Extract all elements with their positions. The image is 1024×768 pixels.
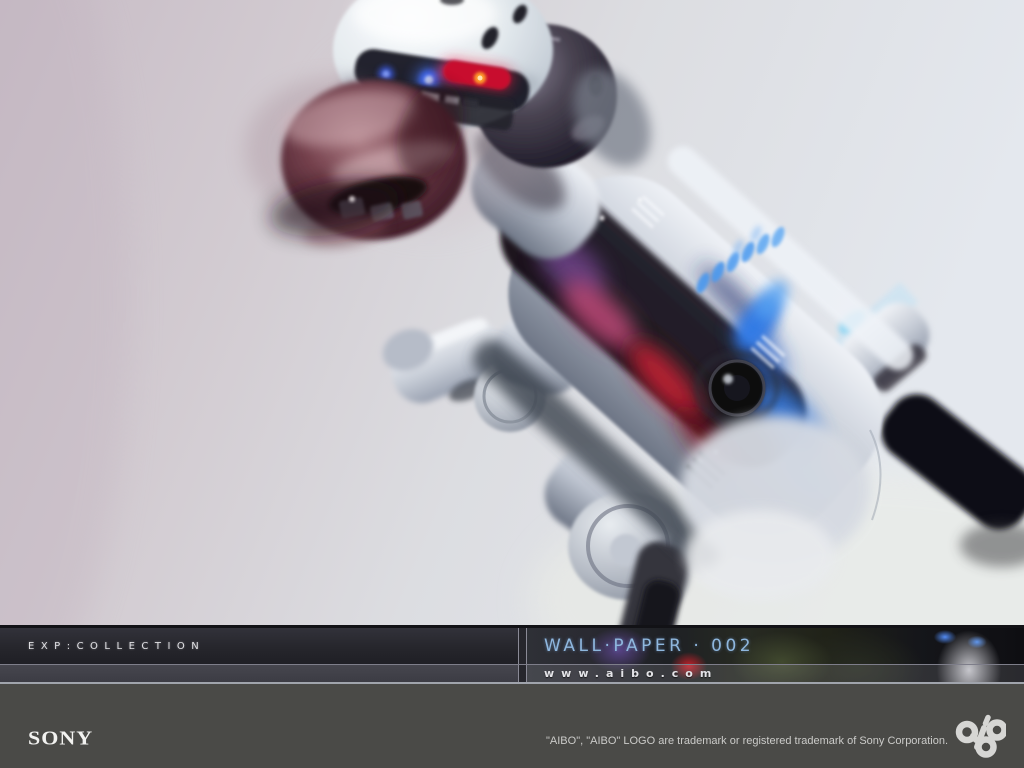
bar-bottom-line <box>0 682 1024 684</box>
row-separator <box>0 664 1024 665</box>
collection-cell: EXP:COLLECTION <box>0 628 518 684</box>
bottom-bar: SONY "AIBO", "AIBO" LOGO are trademark o… <box>0 684 1024 768</box>
collection-label: EXP:COLLECTION <box>28 641 205 652</box>
wallpaper-title: WALL·PAPER · 002 <box>544 628 754 664</box>
site-url: www.aibo.com <box>544 665 718 682</box>
trademark-notice: "AIBO", "AIBO" LOGO are trademark or reg… <box>546 735 948 747</box>
info-bar: EXP:COLLECTION WALL·PAPER · 002 www.aibo… <box>0 625 1024 684</box>
collection-row: EXP:COLLECTION <box>0 628 518 664</box>
title-cell: WALL·PAPER · 002 www.aibo.com <box>527 628 1024 684</box>
vertical-divider <box>518 628 527 682</box>
camera-lens <box>697 354 777 422</box>
wallpaper-photo <box>0 0 1024 625</box>
aibo-logo-icon <box>954 714 1006 760</box>
aibo-wallpaper: EXP:COLLECTION WALL·PAPER · 002 www.aibo… <box>0 0 1024 768</box>
collection-row-spacer <box>0 665 518 682</box>
robot-dog-illustration <box>0 0 1024 625</box>
sony-logo: SONY <box>28 726 93 750</box>
